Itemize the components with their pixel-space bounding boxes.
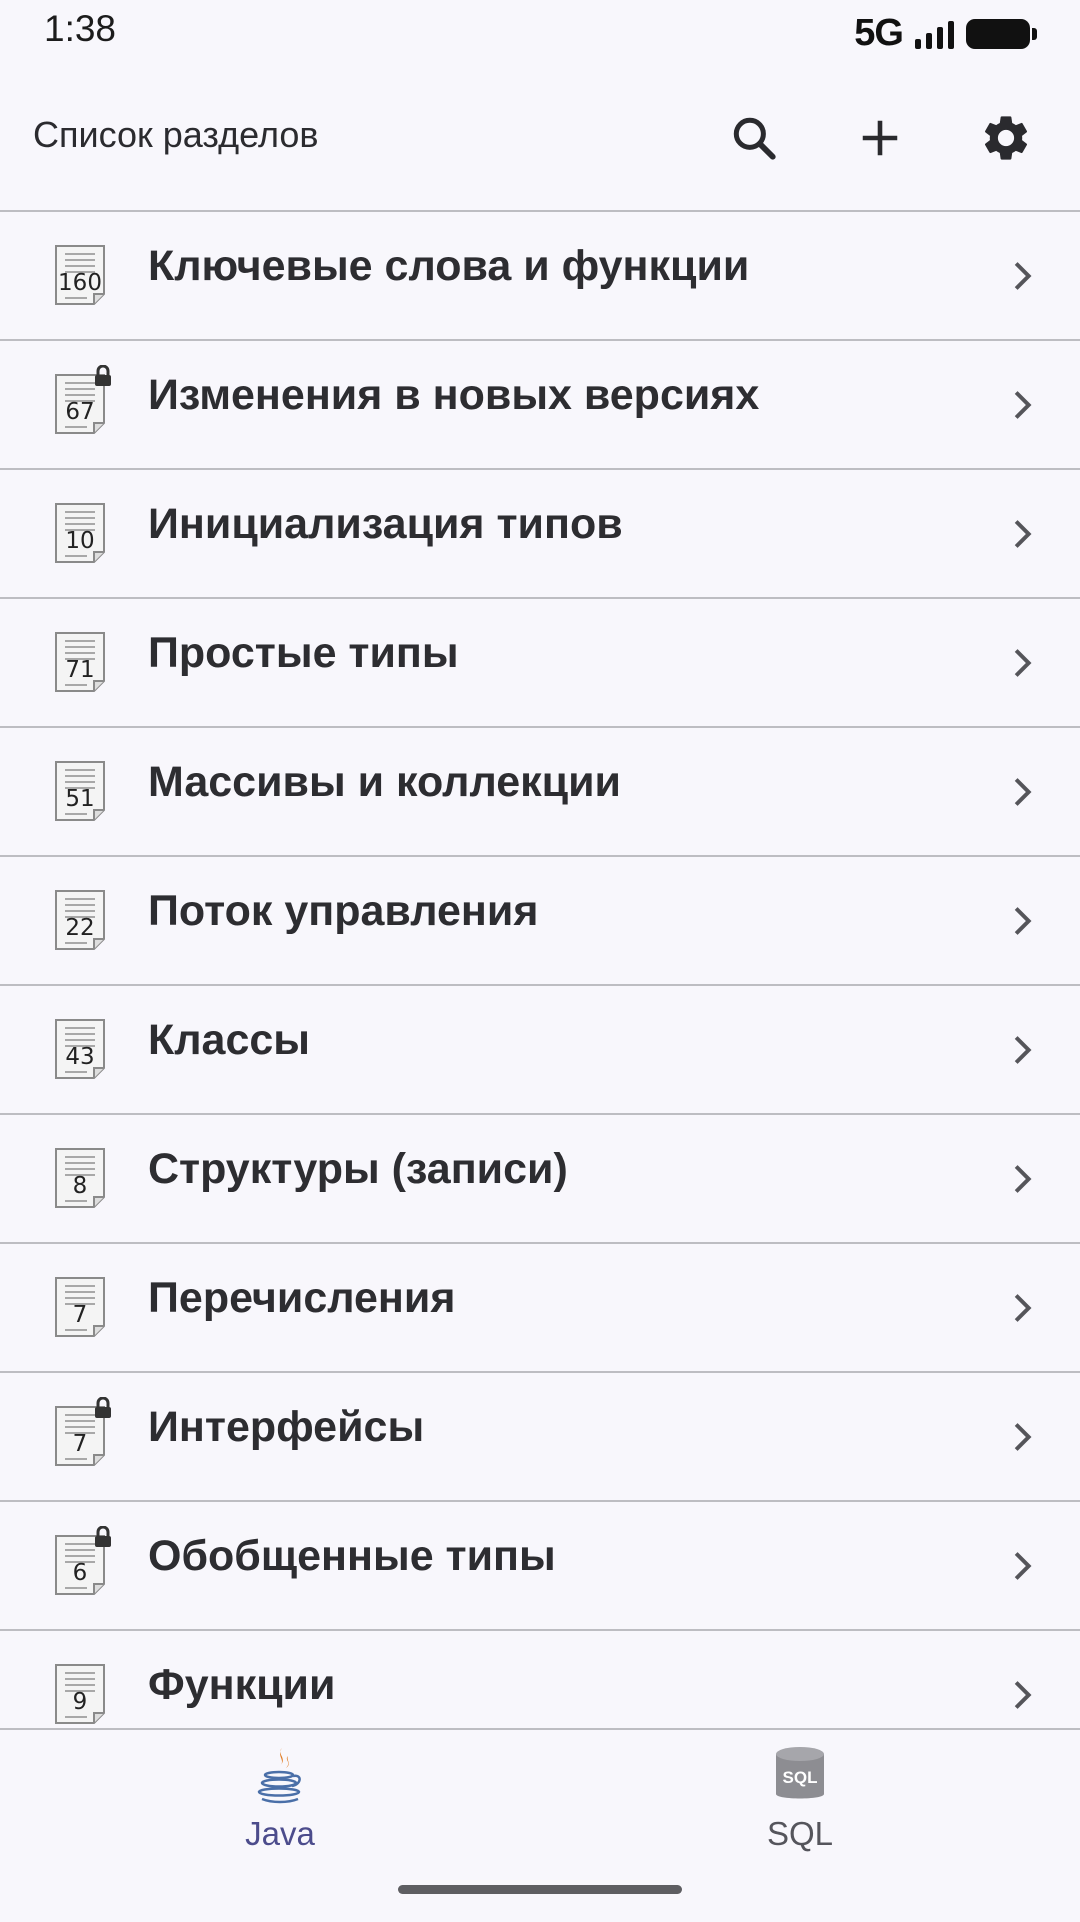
section-label: Функции [148, 1661, 336, 1709]
document-icon: 67 [53, 365, 111, 435]
item-count: 43 [65, 1044, 95, 1070]
document-icon: 51 [53, 760, 107, 822]
chevron-right-icon [1014, 907, 1032, 935]
home-indicator[interactable] [398, 1885, 682, 1894]
section-label: Массивы и коллекции [148, 758, 621, 806]
document-icon: 71 [53, 631, 107, 693]
java-cup-icon [257, 1748, 301, 1804]
document-icon: 160 [53, 244, 107, 306]
section-row-11[interactable]: 6 Обобщенные типы [0, 1502, 1080, 1631]
section-row-9[interactable]: 7 Перечисления [0, 1244, 1080, 1373]
settings-button[interactable] [970, 102, 1042, 174]
document-icon: 7 [53, 1397, 111, 1467]
item-count: 51 [65, 786, 95, 812]
section-label: Интерфейсы [148, 1403, 425, 1451]
lock-icon [95, 1397, 111, 1418]
search-button[interactable] [718, 102, 790, 174]
document-icon: 10 [53, 502, 107, 564]
lock-icon [95, 1526, 111, 1547]
item-count: 9 [72, 1689, 88, 1715]
section-label: Поток управления [148, 887, 539, 935]
document-icon: 8 [53, 1147, 107, 1209]
chevron-right-icon [1014, 520, 1032, 548]
section-list: 160 Ключевые слова и функции 67 Изменени… [0, 212, 1080, 1728]
document-icon: 22 [53, 889, 107, 951]
chevron-right-icon [1014, 1165, 1032, 1193]
chevron-right-icon [1014, 649, 1032, 677]
database-icon-text: SQL [783, 1768, 818, 1787]
item-count: 7 [72, 1431, 88, 1457]
section-label: Классы [148, 1016, 311, 1064]
document-icon: 43 [53, 1018, 107, 1080]
section-label: Простые типы [148, 629, 459, 677]
section-row-5[interactable]: 51 Массивы и коллекции [0, 728, 1080, 857]
section-row-7[interactable]: 43 Классы [0, 986, 1080, 1115]
add-section-button[interactable] [844, 102, 916, 174]
document-icon: 6 [53, 1526, 111, 1596]
section-row-6[interactable]: 22 Поток управления [0, 857, 1080, 986]
app-bar: Список разделов [0, 64, 1080, 212]
section-label: Структуры (записи) [148, 1145, 568, 1193]
section-row-4[interactable]: 71 Простые типы [0, 599, 1080, 728]
status-time: 1:38 [44, 8, 117, 49]
section-label: Ключевые слова и функции [148, 242, 750, 290]
item-count: 22 [65, 915, 95, 941]
gear-icon [984, 116, 1028, 160]
status-bar: 1:38 5G [0, 0, 1080, 64]
section-row-12[interactable]: 9 Функции [0, 1631, 1080, 1728]
network-type: 5G [854, 12, 904, 54]
chevron-right-icon [1014, 778, 1032, 806]
database-icon: SQL [776, 1747, 824, 1799]
item-count: 10 [65, 528, 95, 554]
document-icon: 9 [53, 1663, 107, 1725]
item-count: 6 [72, 1560, 88, 1586]
plus-icon [862, 120, 898, 156]
section-label: Изменения в новых версиях [148, 371, 760, 419]
item-count: 71 [65, 657, 95, 683]
nav-tab-sql-label: SQL [766, 1815, 834, 1852]
section-label: Перечисления [148, 1274, 456, 1322]
document-icon: 7 [53, 1276, 107, 1338]
chevron-right-icon [1014, 391, 1032, 419]
page-title: Список разделов [33, 114, 319, 155]
item-count: 7 [72, 1302, 88, 1328]
status-indicators: 5G [854, 12, 1037, 55]
section-label: Обобщенные типы [148, 1532, 556, 1580]
signal-icon [915, 19, 954, 49]
section-row-2[interactable]: 67 Изменения в новых версиях [0, 341, 1080, 470]
section-row-3[interactable]: 10 Инициализация типов [0, 470, 1080, 599]
chevron-right-icon [1014, 1552, 1032, 1580]
chevron-right-icon [1014, 1681, 1032, 1709]
section-row-10[interactable]: 7 Интерфейсы [0, 1373, 1080, 1502]
chevron-right-icon [1014, 262, 1032, 290]
search-icon [733, 117, 776, 160]
chevron-right-icon [1014, 1036, 1032, 1064]
lock-icon [95, 365, 111, 386]
section-label: Инициализация типов [148, 500, 623, 548]
item-count: 8 [72, 1173, 88, 1199]
battery-icon [966, 18, 1037, 49]
nav-tab-java-label: Java [245, 1815, 315, 1852]
item-count: 160 [58, 270, 102, 296]
nav-tab-java[interactable]: Java [180, 1744, 380, 1853]
chevron-right-icon [1014, 1294, 1032, 1322]
chevron-right-icon [1014, 1423, 1032, 1451]
nav-tab-sql[interactable]: SQL SQL [700, 1744, 900, 1853]
item-count: 67 [65, 399, 95, 425]
section-row-8[interactable]: 8 Структуры (записи) [0, 1115, 1080, 1244]
section-row-1[interactable]: 160 Ключевые слова и функции [0, 212, 1080, 341]
